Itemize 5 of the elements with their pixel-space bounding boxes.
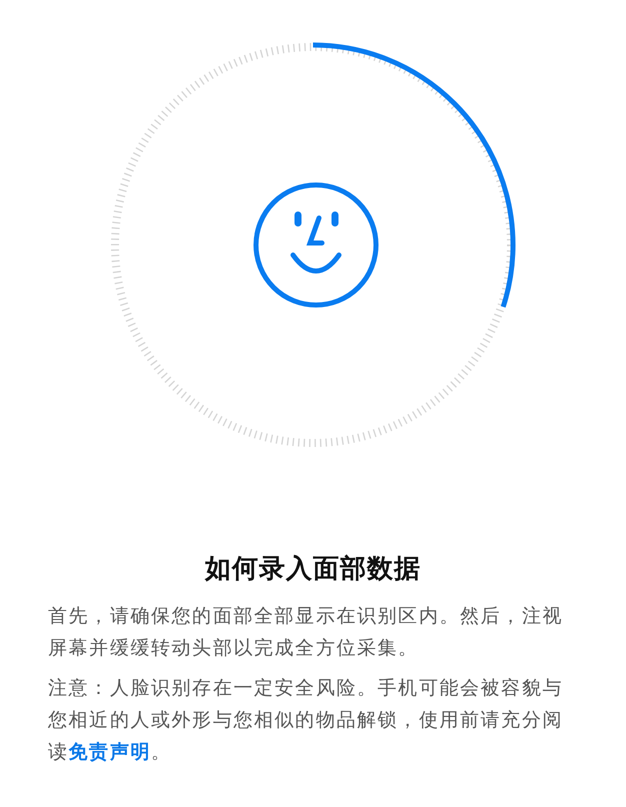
instruction-text: 首先，请确保您的面部全部显示在识别区内。然后，注视屏幕并缓缓转动头部以完成全方位采集。 [48,604,564,661]
face-icon [254,182,378,308]
notice-text: 注意：人脸识别存在一定安全风险。手机可能会被容貌与您相近的人或外形与您相似的物品解锁，使用前请充分阅读免责声明。 [48,676,564,765]
page-title: 如何录入面部数据 [205,553,421,586]
disclaimer-link[interactable]: 免责声明 [68,741,152,763]
